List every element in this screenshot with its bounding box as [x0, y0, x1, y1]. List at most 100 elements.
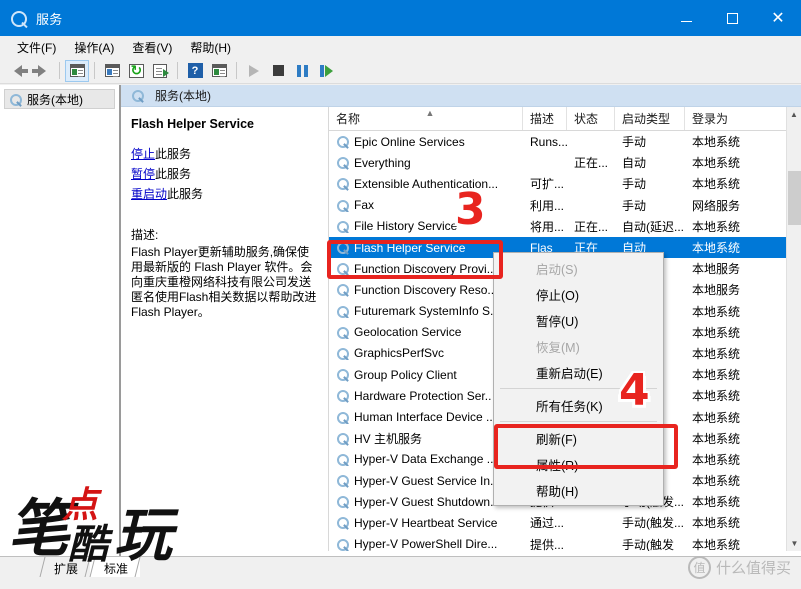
- table-row[interactable]: Epic Online Services Runs... 手动 本地系统: [329, 131, 801, 152]
- service-startup-cell: 自动(延迟...: [622, 219, 684, 234]
- service-gear-icon: [336, 538, 349, 551]
- properties-icon[interactable]: [100, 60, 124, 82]
- pause-service-icon[interactable]: [290, 60, 314, 82]
- service-name-label: Hyper-V PowerShell Dire...: [354, 537, 498, 551]
- service-logon-cell: 本地系统: [692, 241, 741, 256]
- service-name-label: Epic Online Services: [354, 134, 465, 149]
- service-name-cell: Fax: [329, 198, 523, 213]
- show-hide-tree-icon[interactable]: [65, 59, 89, 82]
- service-logon-cell: 本地系统: [692, 135, 741, 150]
- services-list-header: 名称 ▲ 描述 状态 启动类型 登录为: [329, 107, 801, 131]
- table-row[interactable]: File History Service 将用... 正在... 自动(延迟... 本地…: [329, 216, 801, 237]
- tab-standard[interactable]: 标准: [90, 557, 141, 577]
- pane-header: 服务(本地): [121, 85, 801, 107]
- service-name-cell: Everything: [329, 156, 523, 170]
- ctx-properties[interactable]: 属性(R): [494, 451, 663, 477]
- stop-service-link[interactable]: 停止: [131, 147, 155, 161]
- ctx-resume: 恢复(M): [536, 340, 580, 355]
- console-tree-pane: 服务(本地): [0, 85, 120, 574]
- service-description-cell: 将用...: [530, 219, 565, 234]
- help-icon[interactable]: ?: [183, 60, 207, 82]
- service-status-cell: 正在...: [574, 219, 609, 234]
- status-bar: [0, 580, 801, 589]
- table-row[interactable]: Fax 利用... 手动 网络服务: [329, 195, 801, 216]
- service-gear-icon: [336, 389, 349, 403]
- toolbar: ?: [0, 58, 801, 84]
- services-gear-icon: [9, 93, 22, 107]
- stop-service-suffix: 此服务: [155, 147, 192, 161]
- service-logon-cell: 本地系统: [692, 410, 741, 425]
- service-logon-cell: 本地系统: [692, 304, 741, 319]
- service-name-cell: File History Service: [329, 219, 523, 234]
- sidebar-item-services-local[interactable]: 服务(本地): [4, 89, 115, 109]
- services-pane: 服务(本地) Flash Helper Service 停止此服务 暂停此服务 …: [120, 85, 801, 574]
- service-gear-icon: [336, 474, 349, 488]
- tab-extended[interactable]: 扩展: [40, 557, 91, 577]
- service-gear-icon: [336, 283, 349, 297]
- service-name-cell: Extensible Authentication...: [329, 177, 523, 191]
- service-name-label: Group Policy Client: [354, 367, 457, 382]
- vertical-scrollbar[interactable]: ▲ ▼: [786, 107, 801, 551]
- service-description-cell: 利用...: [530, 198, 565, 213]
- column-name[interactable]: 名称 ▲: [329, 107, 523, 130]
- back-arrow-icon[interactable]: [6, 60, 30, 82]
- service-startup-cell: 手动: [622, 177, 647, 192]
- toolbar-separator: [236, 62, 237, 79]
- service-name-cell: Hyper-V Heartbeat Service: [329, 516, 523, 530]
- pane-splitter[interactable]: [119, 85, 120, 556]
- restart-service-icon[interactable]: [314, 60, 338, 82]
- annotation-marker-4: 4: [619, 365, 650, 416]
- table-row[interactable]: Everything 正在... 自动 本地系统: [329, 152, 801, 173]
- service-name-label: Hardware Protection Ser..: [354, 388, 492, 403]
- title-bar: 服务 ✕: [0, 0, 801, 36]
- column-log-on-as[interactable]: 登录为: [685, 107, 767, 130]
- menu-action[interactable]: 操作(A): [65, 37, 123, 58]
- service-startup-cell: 自动: [622, 156, 647, 171]
- service-startup-cell: 手动(触发...: [622, 516, 684, 531]
- close-button[interactable]: ✕: [755, 0, 801, 36]
- menu-file[interactable]: 文件(F): [8, 37, 65, 58]
- restart-service-link[interactable]: 重启动: [131, 187, 167, 201]
- stop-service-icon[interactable]: [266, 60, 290, 82]
- scrollbar-thumb[interactable]: [788, 171, 801, 225]
- context-menu-separator: [500, 421, 657, 422]
- services-gear-icon: [131, 89, 144, 103]
- sidebar-item-label: 服务(本地): [27, 92, 83, 107]
- table-row[interactable]: Hyper-V PowerShell Dire... 提供... 手动(触发 本地系统: [329, 534, 801, 551]
- service-logon-cell: 本地系统: [692, 177, 741, 192]
- annotation-marker-3: 3: [455, 184, 486, 235]
- ctx-help[interactable]: 帮助(H): [494, 477, 663, 503]
- table-row[interactable]: Extensible Authentication... 可扩... 手动 本地系统: [329, 173, 801, 194]
- column-status[interactable]: 状态: [567, 107, 615, 130]
- service-name-label: File History Service: [354, 219, 458, 234]
- forward-arrow-icon[interactable]: [30, 60, 54, 82]
- column-startup-type[interactable]: 启动类型: [615, 107, 685, 130]
- column-name-label: 名称: [336, 112, 361, 126]
- service-gear-icon: [336, 347, 349, 361]
- service-startup-cell: 手动(触发: [622, 537, 674, 551]
- scroll-down-icon[interactable]: ▼: [787, 536, 801, 551]
- service-gear-icon: [336, 156, 349, 170]
- service-gear-icon: [336, 432, 349, 446]
- services-window: 服务 ✕ 文件(F) 操作(A) 查看(V) 帮助(H) ?: [0, 0, 801, 589]
- service-name-label: Function Discovery Reso...: [354, 282, 498, 297]
- service-name-label: Everything: [354, 155, 411, 170]
- table-row[interactable]: Hyper-V Heartbeat Service 通过... 手动(触发... 本地…: [329, 512, 801, 533]
- window-title: 服务: [36, 11, 63, 27]
- ctx-stop[interactable]: 停止(O): [494, 281, 663, 307]
- sort-ascending-icon: ▲: [425, 108, 435, 118]
- ctx-refresh[interactable]: 刷新(F): [494, 425, 663, 451]
- scroll-up-icon[interactable]: ▲: [787, 107, 801, 122]
- pause-service-link[interactable]: 暂停: [131, 167, 155, 181]
- menu-help[interactable]: 帮助(H): [181, 37, 240, 58]
- column-description[interactable]: 描述: [523, 107, 567, 130]
- service-description-cell: 提供...: [530, 537, 565, 551]
- new-window-icon[interactable]: [207, 60, 231, 82]
- selected-service-title: Flash Helper Service: [131, 117, 254, 131]
- refresh-icon[interactable]: [124, 60, 148, 82]
- export-list-icon[interactable]: [148, 60, 172, 82]
- minimize-button[interactable]: [663, 0, 709, 36]
- ctx-pause[interactable]: 暂停(U): [494, 307, 663, 333]
- maximize-button[interactable]: [709, 0, 755, 36]
- menu-view[interactable]: 查看(V): [123, 37, 181, 58]
